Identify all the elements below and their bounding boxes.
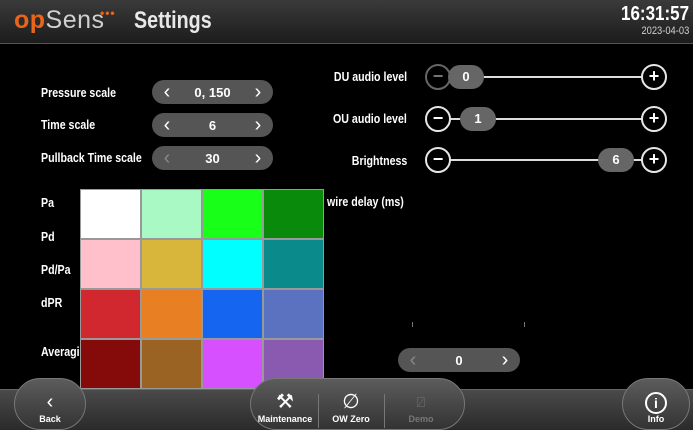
maintenance-label: Maintenance xyxy=(257,414,313,424)
color-row-label-dpr: dPR xyxy=(41,296,63,310)
pullback-time-scale-stepper[interactable]: ‹ 30 › xyxy=(152,146,273,170)
decrement-icon[interactable]: ‹ xyxy=(160,113,174,137)
color-swatch[interactable] xyxy=(81,240,140,288)
color-swatch[interactable] xyxy=(203,240,262,288)
increment-icon[interactable]: › xyxy=(251,146,265,170)
header-bar: opSens ••• Settings 16:31:57 2023-04-03 xyxy=(0,0,693,44)
separator xyxy=(384,394,385,428)
color-swatch[interactable] xyxy=(81,290,140,338)
increment-icon[interactable]: › xyxy=(498,348,512,372)
color-row-label-pd: Pd xyxy=(41,230,55,244)
color-swatch[interactable] xyxy=(264,290,323,338)
plus-icon[interactable]: + xyxy=(641,106,667,132)
info-button-content[interactable]: i Info xyxy=(636,392,676,424)
pressure-scale-value: 0, 150 xyxy=(194,84,231,100)
brightness-label: Brightness xyxy=(351,154,407,168)
tools-icon: ⚒ xyxy=(276,391,294,413)
color-row-label-average: Averagi xyxy=(41,345,80,359)
color-swatch[interactable] xyxy=(142,190,201,238)
pullback-time-scale-label: Pullback Time scale xyxy=(41,151,142,165)
du-audio-level-slider[interactable]: − 0 + xyxy=(425,64,667,90)
ow-zero-button[interactable]: ∅ OW Zero xyxy=(320,390,382,424)
tick-mark xyxy=(524,322,525,327)
page-title: Settings xyxy=(134,7,212,34)
wire-delay-stepper[interactable]: ‹ 0 › xyxy=(398,348,520,372)
minus-icon[interactable]: − xyxy=(425,147,451,173)
clock-time: 16:31:57 xyxy=(620,3,689,25)
decrement-icon[interactable]: ‹ xyxy=(406,348,420,372)
separator xyxy=(318,394,319,428)
color-swatch[interactable] xyxy=(264,240,323,288)
color-row-label-pd-pa: Pd/Pa xyxy=(41,263,71,277)
info-label: Info xyxy=(647,414,665,424)
ou-audio-level-label: OU audio level xyxy=(333,112,407,126)
bottom-bar: ‹ Back ⚒ Maintenance ∅ OW Zero ⍁ Demo i … xyxy=(0,378,693,430)
increment-icon[interactable]: › xyxy=(251,80,265,104)
increment-icon[interactable]: › xyxy=(251,113,265,137)
pressure-scale-label: Pressure scale xyxy=(41,86,117,100)
color-swatch[interactable] xyxy=(203,340,262,388)
maintenance-button[interactable]: ⚒ Maintenance xyxy=(252,390,318,424)
color-swatch[interactable] xyxy=(142,240,201,288)
color-swatch[interactable] xyxy=(81,190,140,238)
ow-zero-label: OW Zero xyxy=(332,414,370,424)
demo-label: Demo xyxy=(408,414,434,424)
back-button-content[interactable]: ‹ Back xyxy=(30,390,70,424)
time-scale-stepper[interactable]: ‹ 6 › xyxy=(152,113,273,137)
back-label: Back xyxy=(39,414,61,424)
time-scale-value: 6 xyxy=(208,117,217,133)
decrement-icon[interactable]: ‹ xyxy=(160,80,174,104)
du-audio-level-label: DU audio level xyxy=(333,70,407,84)
pullback-time-scale-value: 30 xyxy=(205,150,220,166)
brightness-slider[interactable]: − 6 + xyxy=(425,147,667,173)
demo-button[interactable]: ⍁ Demo xyxy=(386,390,456,424)
wire-delay-label: wire delay (ms) xyxy=(327,195,404,209)
color-picker-grid[interactable] xyxy=(80,189,324,389)
pressure-scale-stepper[interactable]: ‹ 0, 150 › xyxy=(152,80,273,104)
plus-icon[interactable]: + xyxy=(641,147,667,173)
color-swatch[interactable] xyxy=(142,340,201,388)
color-swatch[interactable] xyxy=(264,190,323,238)
slider-knob[interactable]: 0 xyxy=(448,65,484,89)
color-swatch[interactable] xyxy=(142,290,201,338)
wire-delay-value: 0 xyxy=(455,352,463,368)
null-icon: ∅ xyxy=(342,391,360,413)
color-swatch[interactable] xyxy=(203,290,262,338)
decrement-icon[interactable]: ‹ xyxy=(160,146,174,170)
color-swatch[interactable] xyxy=(81,340,140,388)
chevron-left-icon: ‹ xyxy=(46,391,54,413)
clock-date: 2023-04-03 xyxy=(641,25,689,37)
demo-icon: ⍁ xyxy=(416,394,426,410)
slider-knob[interactable]: 6 xyxy=(598,148,634,172)
opsens-logo: opSens ••• xyxy=(14,6,116,34)
tick-mark xyxy=(412,322,413,327)
slider-knob[interactable]: 1 xyxy=(460,107,496,131)
color-swatch[interactable] xyxy=(203,190,262,238)
color-row-label-pa: Pa xyxy=(41,196,55,210)
plus-icon[interactable]: + xyxy=(641,64,667,90)
info-icon: i xyxy=(645,392,667,414)
minus-icon[interactable]: − xyxy=(425,106,451,132)
time-scale-label: Time scale xyxy=(41,118,96,132)
ou-audio-level-slider[interactable]: − 1 + xyxy=(425,106,667,132)
